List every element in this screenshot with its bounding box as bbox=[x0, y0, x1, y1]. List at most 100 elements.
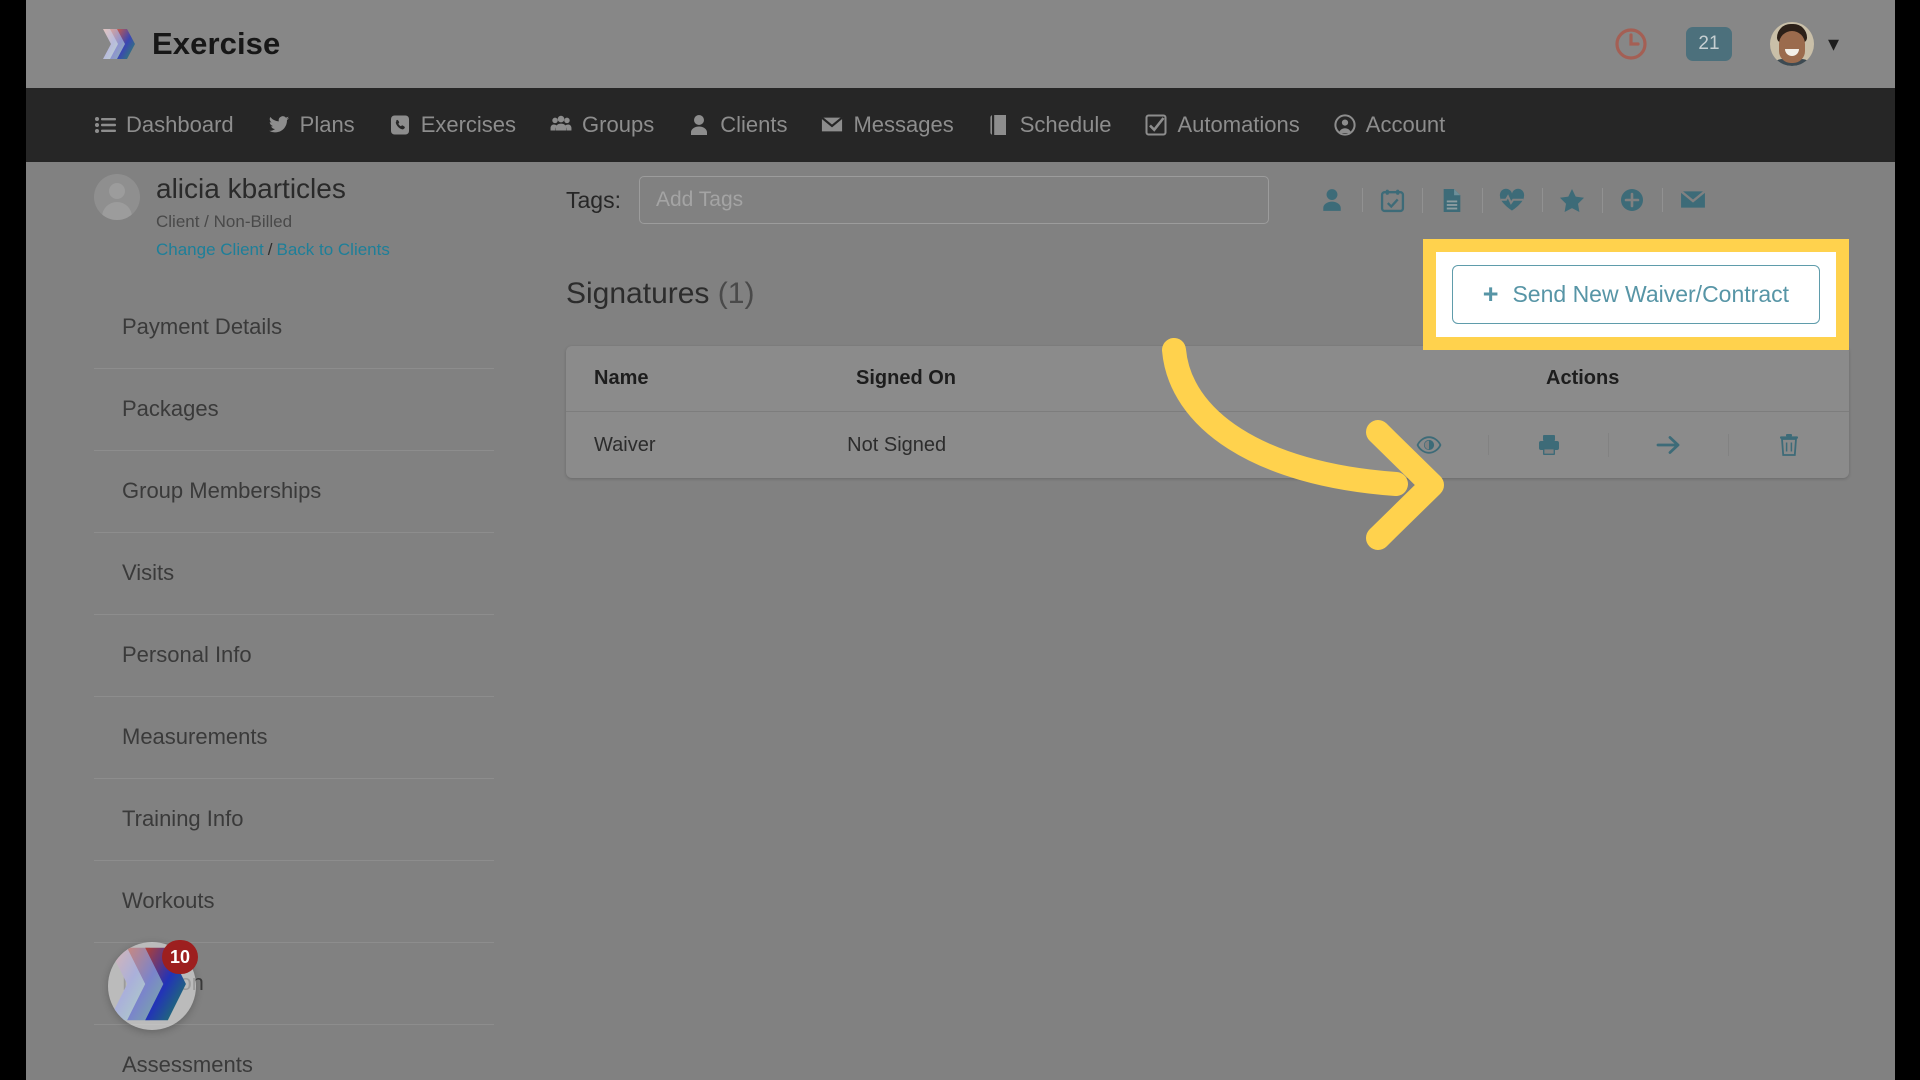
client-header: alicia kbarticles Client / Non-Billed Ch… bbox=[94, 162, 524, 260]
users-icon bbox=[550, 114, 572, 136]
brand-name: Exercise bbox=[152, 26, 281, 61]
top-header: Exercise 21 ▾ bbox=[26, 0, 1895, 88]
send-waiver-highlight-inner: + Send New Waiver/Contract bbox=[1435, 251, 1836, 337]
envelope-icon[interactable] bbox=[1663, 190, 1723, 210]
plus-icon: + bbox=[1482, 278, 1499, 309]
sidebar-item-group-memberships[interactable]: Group Memberships bbox=[94, 449, 494, 532]
sidebar-item-personal-info[interactable]: Personal Info bbox=[94, 613, 494, 696]
page-title: Signatures (1) bbox=[566, 277, 754, 311]
nav-item-exercises[interactable]: Exercises bbox=[389, 112, 516, 138]
sidebar-item-training-info[interactable]: Training Info bbox=[94, 777, 494, 860]
signatures-table: Name Signed On Actions Waiver Not Signed bbox=[566, 346, 1849, 478]
clock-icon[interactable] bbox=[1614, 27, 1648, 61]
notification-count-badge[interactable]: 21 bbox=[1685, 27, 1732, 61]
nav-item-account[interactable]: Account bbox=[1334, 112, 1446, 138]
client-name: alicia kbarticles bbox=[156, 173, 346, 204]
column-header-signed-on: Signed On bbox=[856, 367, 956, 389]
cell-signed-on: Not Signed bbox=[847, 433, 947, 456]
column-header-name: Name bbox=[594, 367, 649, 389]
content-area: alicia kbarticles Client / Non-Billed Ch… bbox=[26, 162, 1895, 1080]
client-links: Change Client / Back to Clients bbox=[156, 240, 390, 260]
user-icon bbox=[688, 114, 710, 136]
nav-label: Automations bbox=[1177, 112, 1300, 137]
chevron-down-icon[interactable]: ▾ bbox=[1828, 33, 1839, 55]
back-to-clients-link[interactable]: Back to Clients bbox=[276, 240, 389, 259]
sidebar-item-visits[interactable]: Visits bbox=[94, 531, 494, 614]
chevron-stack-logo-icon bbox=[100, 25, 138, 63]
nav-item-dashboard[interactable]: Dashboard bbox=[94, 112, 234, 138]
envelope-icon bbox=[821, 114, 844, 136]
nav-item-automations[interactable]: Automations bbox=[1145, 112, 1300, 138]
table-row: Waiver Not Signed bbox=[566, 412, 1849, 478]
heartbeat-icon[interactable] bbox=[1483, 188, 1543, 212]
link-separator: / bbox=[267, 239, 273, 259]
nav-label: Groups bbox=[582, 112, 655, 137]
sidebar-item-label: Group Memberships bbox=[122, 478, 322, 504]
bird-icon bbox=[268, 114, 290, 136]
nav-item-schedule[interactable]: Schedule bbox=[988, 112, 1112, 138]
sidebar-item-label: Personal Info bbox=[122, 642, 252, 668]
nav-label: Messages bbox=[853, 112, 954, 137]
book-icon bbox=[988, 114, 1010, 136]
sidebar-item-label: Visits bbox=[122, 560, 175, 586]
sidebar-item-measurements[interactable]: Measurements bbox=[94, 695, 494, 778]
change-client-link[interactable]: Change Client bbox=[156, 240, 264, 259]
send-new-waiver-contract-button[interactable]: + Send New Waiver/Contract bbox=[1451, 264, 1820, 324]
user-circle-icon bbox=[1334, 114, 1356, 136]
nav-label: Dashboard bbox=[126, 112, 234, 137]
sidebar-item-label: Training Info bbox=[122, 806, 244, 832]
sidebar-item-label: Measurements bbox=[122, 724, 268, 750]
client-type: Client / Non-Billed bbox=[156, 211, 293, 231]
launcher-badge: 10 bbox=[161, 940, 198, 974]
nav-label: Plans bbox=[299, 112, 355, 137]
send-button-label: Send New Waiver/Contract bbox=[1512, 280, 1789, 307]
nav-label: Schedule bbox=[1019, 112, 1112, 137]
calendar-check-icon[interactable] bbox=[1363, 187, 1423, 213]
client-quick-actions bbox=[1303, 187, 1723, 213]
send-waiver-highlight: + Send New Waiver/Contract bbox=[1422, 238, 1849, 350]
app-window: Exercise 21 ▾ Dashboard Plans Exercises … bbox=[26, 0, 1895, 1080]
signatures-count: (1) bbox=[717, 277, 755, 310]
signatures-header-row: Signatures (1) + Send New Waiver/Contrac… bbox=[566, 238, 1849, 350]
document-icon[interactable] bbox=[1423, 187, 1483, 213]
list-icon bbox=[94, 114, 116, 136]
avatar bbox=[1769, 22, 1814, 66]
help-launcher[interactable]: 10 bbox=[108, 940, 198, 1030]
plus-circle-icon[interactable] bbox=[1603, 188, 1663, 212]
sidebar-item-workouts[interactable]: Workouts bbox=[94, 859, 494, 942]
header-actions: 21 ▾ bbox=[1614, 22, 1839, 66]
check-square-icon bbox=[1145, 114, 1167, 136]
phone-icon bbox=[389, 114, 411, 136]
nav-item-groups[interactable]: Groups bbox=[550, 112, 654, 138]
sidebar-item-assessments[interactable]: Assessments bbox=[94, 1023, 494, 1080]
table-header-row: Name Signed On Actions bbox=[566, 346, 1849, 412]
eye-icon[interactable] bbox=[1369, 435, 1489, 455]
sidebar-item-label: Assessments bbox=[122, 1052, 253, 1078]
tags-input[interactable] bbox=[638, 176, 1269, 224]
sidebar-item-label: Packages bbox=[122, 396, 219, 422]
row-actions bbox=[1369, 433, 1849, 457]
sidebar-item-payment-details[interactable]: Payment Details bbox=[94, 286, 494, 368]
print-icon[interactable] bbox=[1489, 433, 1609, 457]
nav-item-clients[interactable]: Clients bbox=[688, 112, 787, 138]
nav-label: Exercises bbox=[420, 112, 517, 137]
nav-label: Clients bbox=[720, 112, 788, 137]
main-column: Tags: Add Tags Signatures (1) + Send New… bbox=[566, 162, 1849, 478]
tags-label: Tags: bbox=[566, 186, 621, 213]
profile-menu[interactable]: ▾ bbox=[1769, 22, 1839, 66]
sidebar-item-label: Workouts bbox=[122, 888, 215, 914]
sidebar-item-packages[interactable]: Packages bbox=[94, 367, 494, 450]
arrow-right-icon[interactable] bbox=[1609, 434, 1729, 456]
star-icon[interactable] bbox=[1543, 187, 1603, 213]
nav-item-messages[interactable]: Messages bbox=[821, 112, 954, 138]
brand[interactable]: Exercise bbox=[100, 25, 280, 63]
nav-label: Account bbox=[1365, 112, 1446, 137]
tags-row: Tags: bbox=[566, 162, 1849, 226]
person-icon[interactable] bbox=[1303, 188, 1363, 212]
signatures-title: Signatures bbox=[566, 277, 710, 310]
main-nav: Dashboard Plans Exercises Groups Clients… bbox=[26, 88, 1895, 162]
column-header-actions: Actions bbox=[1546, 367, 1620, 389]
nav-item-plans[interactable]: Plans bbox=[268, 112, 355, 138]
sidebar-item-label: Payment Details bbox=[122, 313, 283, 339]
trash-icon[interactable] bbox=[1729, 433, 1849, 457]
